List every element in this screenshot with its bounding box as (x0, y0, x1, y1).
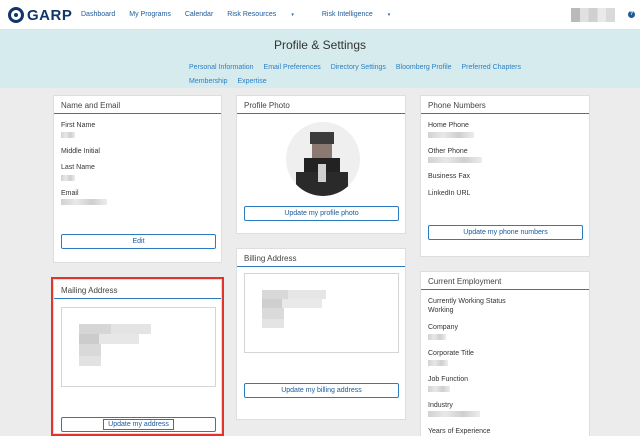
card-title: Phone Numbers (428, 101, 486, 110)
name-email-card: Name and Email First Name Middle Initial… (53, 95, 222, 263)
subnav-personal-information[interactable]: Personal Information (189, 64, 254, 71)
industry-value (428, 411, 480, 417)
nav-risk-resources-label: Risk Resources (227, 11, 277, 18)
nav-risk-resources[interactable]: Risk Resources ▾ (227, 11, 308, 18)
chevron-down-icon: ▾ (291, 12, 294, 18)
last-name-value (61, 175, 75, 181)
card-title: Current Employment (428, 277, 502, 286)
working-status-label: Currently Working Status (428, 298, 506, 305)
photo-pixel (310, 132, 334, 144)
first-name-label: First Name (61, 122, 96, 129)
last-name-label: Last Name (61, 164, 95, 171)
card-divider (237, 113, 405, 114)
help-icon[interactable]: ? (628, 11, 635, 18)
blurred-address-line (262, 319, 284, 328)
subnav-bloomberg-profile[interactable]: Bloomberg Profile (396, 64, 452, 71)
highlight-frame (51, 277, 224, 436)
profile-subnav: Personal Information Email Preferences D… (0, 64, 640, 71)
user-menu-avatar[interactable] (571, 8, 615, 22)
blurred-address-line (262, 290, 288, 299)
company-value (428, 334, 446, 340)
job-function-value (428, 386, 450, 392)
subnav-email-preferences[interactable]: Email Preferences (264, 64, 321, 71)
home-phone-value (428, 132, 474, 138)
nav-risk-intelligence-label: Risk Intelligence (321, 11, 373, 18)
card-divider (237, 266, 405, 267)
job-function-label: Job Function (428, 376, 469, 383)
linkedin-url-label: LinkedIn URL (428, 190, 471, 197)
photo-pixel (312, 144, 332, 158)
middle-initial-label: Middle Initial (61, 148, 100, 155)
chevron-down-icon: ▾ (387, 12, 391, 18)
corporate-title-value (428, 360, 448, 366)
years-experience-label: Years of Experience (428, 428, 491, 435)
nav-my-programs[interactable]: My Programs (129, 11, 171, 18)
subnav-preferred-chapters[interactable]: Preferred Chapters (461, 64, 521, 71)
subnav-membership[interactable]: Membership (189, 78, 228, 85)
nav-dashboard[interactable]: Dashboard (81, 11, 115, 18)
phone-numbers-card: Phone Numbers Home Phone Other Phone Bus… (420, 95, 590, 257)
blurred-address-line (262, 299, 282, 308)
corporate-title-label: Corporate Title (428, 350, 474, 357)
company-label: Company (428, 324, 458, 331)
blurred-address-line (282, 299, 322, 308)
main-nav: Dashboard My Programs Calendar Risk Reso… (81, 11, 418, 18)
update-phones-button[interactable]: Update my phone numbers (428, 225, 583, 240)
top-navbar: GARP Dashboard My Programs Calendar Risk… (0, 0, 640, 30)
subnav-directory-settings[interactable]: Directory Settings (331, 64, 386, 71)
billing-address-card: Billing Address Update my billing addres… (236, 248, 406, 420)
card-title: Profile Photo (244, 101, 290, 110)
page-title: Profile & Settings (273, 38, 367, 52)
blurred-address-line (288, 290, 326, 299)
nav-risk-intelligence[interactable]: Risk Intelligence ▾ (322, 11, 404, 18)
current-employment-card: Current Employment Currently Working Sta… (420, 271, 590, 436)
billing-address-box (244, 273, 399, 353)
profile-photo (286, 122, 360, 196)
edit-button[interactable]: Edit (61, 234, 216, 249)
home-phone-label: Home Phone (428, 122, 469, 129)
profile-photo-card: Profile Photo Update my profile photo (236, 95, 406, 234)
business-fax-label: Business Fax (428, 173, 471, 180)
nav-calendar[interactable]: Calendar (185, 11, 213, 18)
working-status-value: Working (428, 307, 454, 314)
garp-logo[interactable]: GARP (8, 6, 72, 24)
update-billing-button[interactable]: Update my billing address (244, 383, 399, 398)
subnav-expertise[interactable]: Expertise (237, 78, 266, 85)
card-title: Name and Email (61, 101, 121, 110)
profile-subnav-row2: Membership Expertise (185, 78, 271, 85)
first-name-value (61, 132, 75, 138)
card-title: Billing Address (244, 254, 297, 263)
other-phone-value (428, 157, 482, 163)
card-divider (54, 113, 221, 114)
email-label: Email (61, 190, 79, 197)
card-divider (421, 289, 589, 290)
garp-logo-icon (8, 7, 24, 23)
industry-label: Industry (428, 402, 453, 409)
brand-name: GARP (27, 6, 73, 24)
email-value (61, 199, 107, 205)
blurred-address-line (262, 308, 284, 319)
photo-pixel (318, 164, 326, 182)
card-divider (421, 113, 589, 114)
update-photo-button[interactable]: Update my profile photo (244, 206, 399, 221)
other-phone-label: Other Phone (428, 148, 468, 155)
